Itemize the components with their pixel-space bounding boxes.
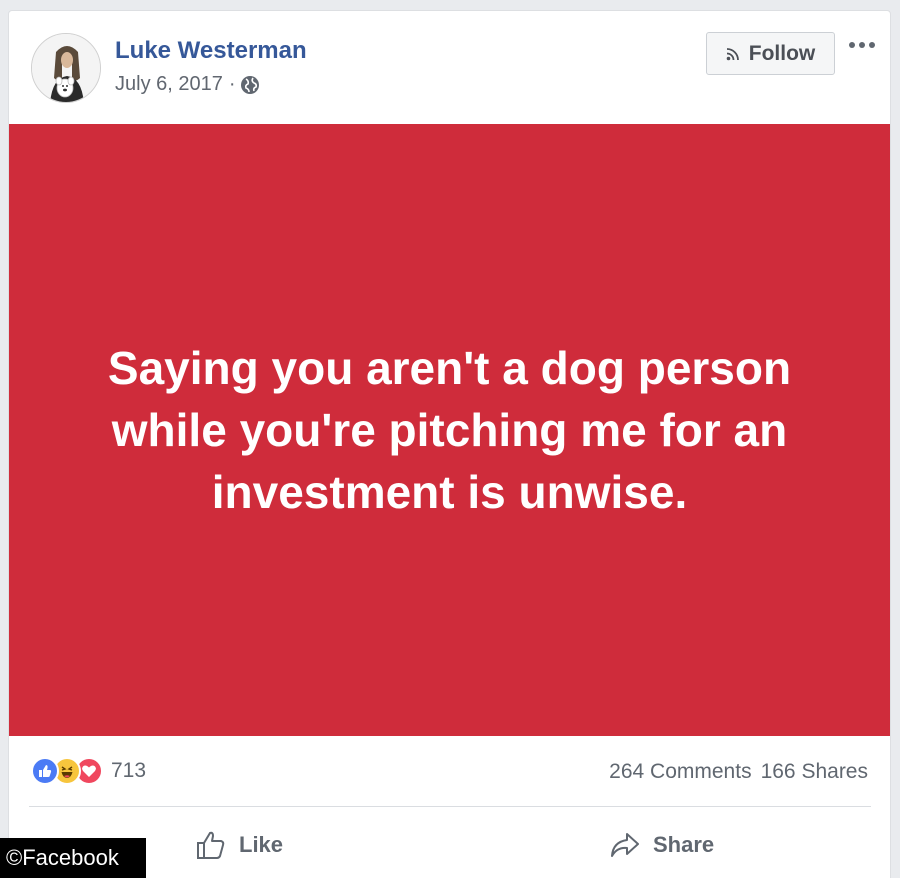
author-avatar[interactable] xyxy=(31,33,101,103)
follow-label: Follow xyxy=(748,41,816,65)
comments-count[interactable]: 264 Comments xyxy=(609,760,751,783)
avatar-image xyxy=(32,34,100,102)
like-button[interactable]: Like xyxy=(195,825,283,865)
copyright-watermark: ©Facebook xyxy=(0,838,146,878)
like-label: Like xyxy=(239,832,284,857)
more-options-icon[interactable] xyxy=(845,35,879,55)
post-meta: July 6, 2017 · xyxy=(115,73,260,96)
actions-divider xyxy=(29,806,871,807)
reaction-count: 713 xyxy=(111,759,147,782)
share-button[interactable]: Share xyxy=(609,825,714,865)
like-reaction-icon xyxy=(31,757,59,785)
reactions-summary[interactable]: 713 xyxy=(31,757,146,785)
thumbs-up-icon xyxy=(197,831,225,859)
post-date[interactable]: July 6, 2017 xyxy=(115,73,223,96)
share-label: Share xyxy=(653,832,715,857)
post-header: Luke Westerman July 6, 2017 · Follow xyxy=(9,11,890,125)
post-card: Luke Westerman July 6, 2017 · Follow Say… xyxy=(8,10,891,878)
post-colored-background: Saying you aren't a dog person while you… xyxy=(9,124,890,736)
globe-icon[interactable] xyxy=(240,75,260,95)
post-stats: 713 264 Comments 166 Shares xyxy=(9,751,890,793)
shares-count[interactable]: 166 Shares xyxy=(761,760,868,783)
share-arrow-icon xyxy=(611,833,639,857)
meta-separator: · xyxy=(228,73,236,95)
author-name[interactable]: Luke Westerman xyxy=(115,37,307,65)
rss-icon xyxy=(726,47,739,60)
engagement-counts: 264 Comments 166 Shares xyxy=(609,760,868,784)
post-body-text: Saying you aren't a dog person while you… xyxy=(107,342,792,518)
follow-button[interactable]: Follow xyxy=(706,32,835,75)
